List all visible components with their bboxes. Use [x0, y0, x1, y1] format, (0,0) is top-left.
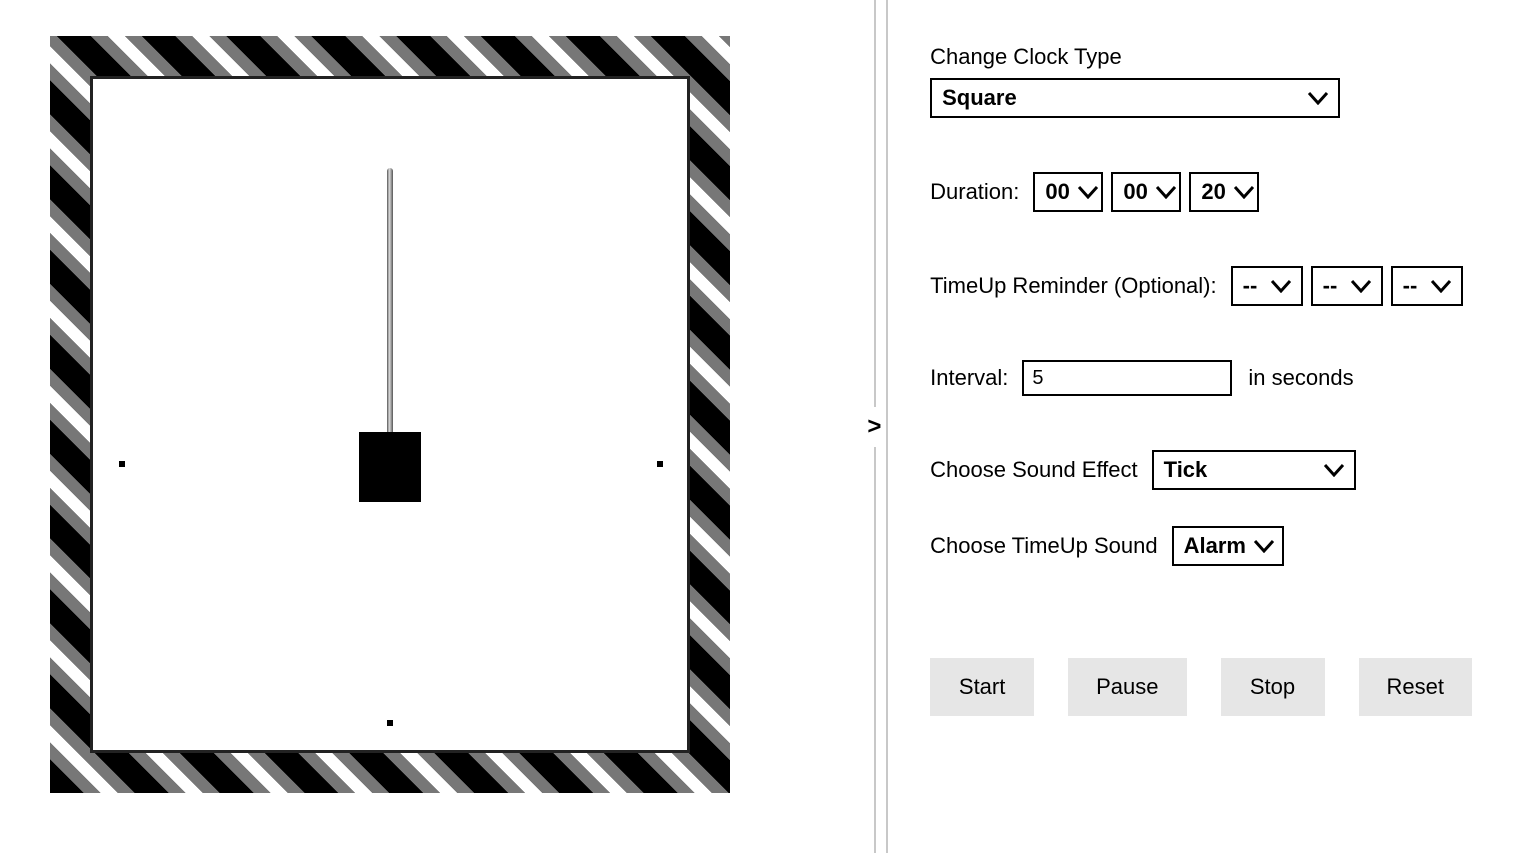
clock-canvas	[93, 79, 687, 750]
duration-seconds-select[interactable]: 20	[1189, 172, 1259, 212]
duration-minutes-value: 00	[1123, 179, 1147, 205]
timeup-reminder-label: TimeUp Reminder (Optional):	[930, 273, 1217, 299]
timeup-minutes-value: --	[1323, 273, 1338, 299]
sound-effect-value: Tick	[1164, 457, 1208, 483]
timeup-hours-value: --	[1243, 273, 1258, 299]
reset-button[interactable]: Reset	[1359, 658, 1472, 716]
action-button-row: Start Pause Stop Reset	[930, 658, 1472, 716]
start-button[interactable]: Start	[930, 658, 1034, 716]
tick-mark-right	[657, 461, 663, 467]
divider-line	[886, 0, 888, 853]
chevron-down-icon	[1234, 185, 1254, 199]
clock-type-label: Change Clock Type	[930, 44, 1466, 70]
interval-label: Interval:	[930, 365, 1008, 391]
duration-label: Duration:	[930, 179, 1019, 205]
chevron-down-icon	[1254, 539, 1274, 553]
chevron-down-icon	[1308, 91, 1328, 105]
timeup-minutes-select[interactable]: --	[1311, 266, 1383, 306]
timeup-seconds-value: --	[1403, 273, 1418, 299]
tick-mark-left	[119, 461, 125, 467]
interval-input[interactable]: 5	[1022, 360, 1232, 396]
interval-value: 5	[1032, 367, 1043, 390]
chevron-down-icon	[1431, 279, 1451, 293]
interval-unit: in seconds	[1248, 365, 1353, 391]
tick-mark-bottom	[387, 720, 393, 726]
pause-button[interactable]: Pause	[1068, 658, 1186, 716]
clock-hub	[359, 432, 421, 502]
panel-collapse-handle[interactable]: >	[859, 0, 891, 853]
timeup-sound-label: Choose TimeUp Sound	[930, 533, 1157, 559]
chevron-down-icon	[1156, 185, 1176, 199]
stop-button[interactable]: Stop	[1221, 658, 1325, 716]
timeup-hours-select[interactable]: --	[1231, 266, 1303, 306]
duration-hours-select[interactable]: 00	[1033, 172, 1103, 212]
duration-hours-value: 00	[1045, 179, 1069, 205]
controls-panel: Change Clock Type Square Duration: 00 00…	[890, 0, 1520, 853]
app-root: > Change Clock Type Square Duration: 00 …	[0, 0, 1520, 853]
chevron-down-icon	[1271, 279, 1291, 293]
sound-effect-label: Choose Sound Effect	[930, 457, 1138, 483]
chevron-down-icon	[1324, 463, 1344, 477]
clock-pane	[0, 0, 859, 853]
timeup-sound-select[interactable]: Alarm	[1172, 526, 1284, 566]
clock-frame	[50, 36, 730, 793]
clock-type-value: Square	[942, 85, 1017, 111]
timeup-sound-value: Alarm	[1184, 533, 1246, 559]
chevron-down-icon	[1351, 279, 1371, 293]
clock-type-select[interactable]: Square	[930, 78, 1340, 118]
duration-minutes-select[interactable]: 00	[1111, 172, 1181, 212]
chevron-right-icon: >	[863, 407, 885, 447]
timeup-seconds-select[interactable]: --	[1391, 266, 1463, 306]
chevron-down-icon	[1078, 185, 1098, 199]
sound-effect-select[interactable]: Tick	[1152, 450, 1356, 490]
duration-seconds-value: 20	[1201, 179, 1225, 205]
clock-hand	[387, 168, 393, 468]
clock-face	[90, 76, 690, 753]
